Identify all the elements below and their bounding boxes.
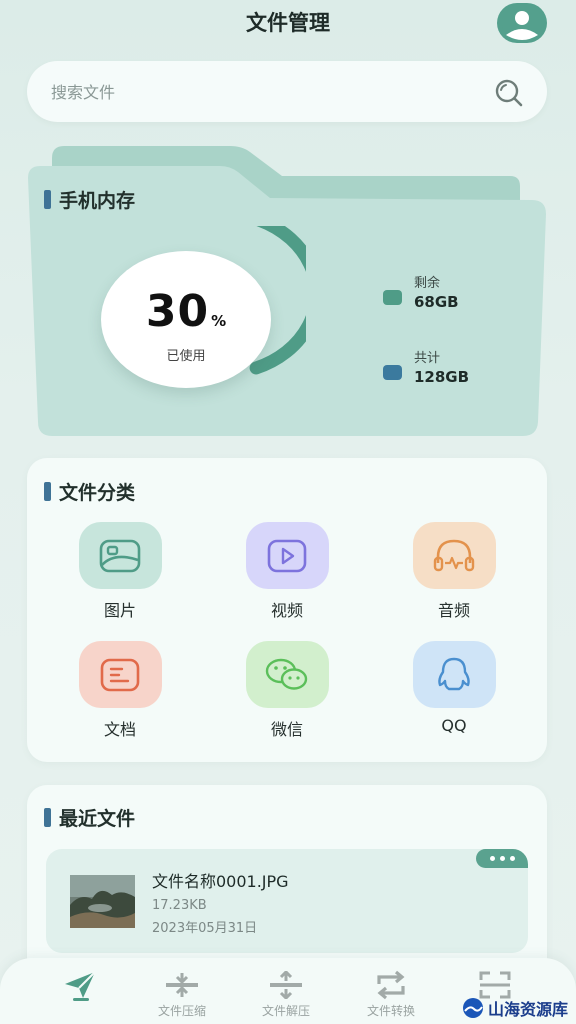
legend-label: 共计 <box>414 351 441 366</box>
nav-label: 文件压缩 <box>157 1004 206 1018</box>
legend-swatch <box>383 290 402 305</box>
category-wechat[interactable]: 微信 <box>227 641 347 740</box>
recent-title: 最近文件 <box>59 808 136 830</box>
file-size: 17.23KB <box>152 898 207 913</box>
legend-swatch <box>383 365 402 380</box>
used-label: 已使用 <box>166 349 206 364</box>
search-icon[interactable] <box>493 77 525 109</box>
nav-item-send[interactable] <box>36 970 126 1001</box>
watermark-logo-icon <box>463 998 483 1018</box>
compress-icon <box>137 970 227 1000</box>
used-percent: 30% <box>101 286 271 337</box>
category-label: QQ <box>441 716 467 735</box>
storage-section-title: 手机内存 <box>44 186 135 213</box>
legend-value: 68GB <box>414 293 459 311</box>
used-percent-value: 30 <box>145 286 210 337</box>
video-play-icon <box>245 522 329 589</box>
nav-item-convert[interactable]: 文件转换 <box>346 970 436 1019</box>
convert-icon <box>346 970 436 1000</box>
nav-label: 文件转换 <box>366 1004 415 1018</box>
storage-title: 手机内存 <box>59 190 136 212</box>
recent-section-title: 最近文件 <box>44 804 135 831</box>
legend-total: 共计 128GB <box>383 350 469 386</box>
page-title: 文件管理 <box>246 11 330 35</box>
category-label: 视频 <box>270 601 303 620</box>
qq-icon <box>412 641 496 708</box>
watermark-text: 山海资源库 <box>488 1000 569 1019</box>
search-input[interactable] <box>51 79 471 105</box>
category-label: 音频 <box>437 601 470 620</box>
send-icon <box>36 970 126 1001</box>
category-qq[interactable]: QQ <box>394 641 514 735</box>
category-label: 文档 <box>103 720 136 739</box>
legend-value: 128GB <box>414 368 470 386</box>
more-options-button[interactable] <box>476 849 528 868</box>
category-images[interactable]: 图片 <box>60 522 180 621</box>
image-icon <box>78 522 162 589</box>
category-audio[interactable]: 音频 <box>394 522 514 621</box>
category-label: 微信 <box>270 720 303 739</box>
search-bar[interactable] <box>27 61 547 122</box>
file-thumbnail <box>70 875 135 928</box>
watermark: 山海资源库 <box>462 996 568 1020</box>
legend-remaining: 剩余 68GB <box>383 275 459 311</box>
headphones-icon <box>412 522 496 589</box>
percent-unit: % <box>211 312 227 330</box>
wechat-icon <box>245 641 329 708</box>
categories-title: 文件分类 <box>59 482 136 504</box>
nav-item-decompress[interactable]: 文件解压 <box>241 970 331 1019</box>
file-date: 2023年05月31日 <box>152 921 258 936</box>
category-documents[interactable]: 文档 <box>60 641 180 740</box>
nav-label: 文件解压 <box>261 1004 310 1018</box>
category-label: 图片 <box>103 601 136 620</box>
decompress-icon <box>241 970 331 1000</box>
file-name: 文件名称0001.JPG <box>152 872 289 891</box>
section-marker <box>44 190 51 209</box>
legend-label: 剩余 <box>414 276 441 291</box>
user-avatar-icon[interactable] <box>497 3 547 43</box>
categories-section-title: 文件分类 <box>44 478 135 505</box>
section-marker <box>44 808 51 827</box>
document-icon <box>78 641 162 708</box>
category-videos[interactable]: 视频 <box>227 522 347 621</box>
section-marker <box>44 482 51 501</box>
nav-item-compress[interactable]: 文件压缩 <box>137 970 227 1019</box>
